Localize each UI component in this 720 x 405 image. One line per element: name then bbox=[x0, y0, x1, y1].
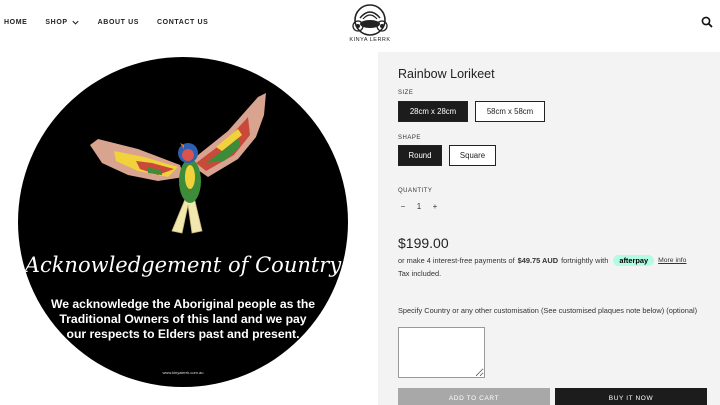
plaque-url: www.kinyalerrk.com.au bbox=[162, 370, 204, 375]
nav-shop[interactable]: SHOP bbox=[45, 18, 79, 27]
quantity-stepper: − 1 + bbox=[398, 202, 440, 211]
shape-label: SHAPE bbox=[398, 135, 421, 141]
quantity-decrease-button[interactable]: − bbox=[398, 202, 408, 211]
installment-suffix: fortnightly with bbox=[561, 256, 609, 265]
logo-text: KINYA LERRK bbox=[349, 37, 391, 43]
installment-amount: $49.75 AUD bbox=[517, 256, 559, 265]
customisation-label: Specify Country or any other customisati… bbox=[398, 306, 698, 315]
site-logo[interactable]: KINYA LERRK bbox=[345, 2, 395, 46]
plaque-title: Acknowledgement of Country bbox=[24, 253, 342, 277]
nav-shop-label: SHOP bbox=[45, 19, 68, 26]
shape-option-round[interactable]: Round bbox=[398, 145, 442, 166]
logo-emblem-icon bbox=[352, 4, 388, 36]
product-title: Rainbow Lorikeet bbox=[398, 67, 495, 81]
plaque-body: We acknowledge the Aboriginal people as … bbox=[50, 297, 316, 341]
customisation-textarea[interactable] bbox=[398, 327, 485, 378]
search-icon[interactable] bbox=[701, 16, 713, 28]
afterpay-badge: afterpay bbox=[613, 255, 655, 266]
nav-about[interactable]: ABOUT US bbox=[98, 18, 139, 27]
afterpay-more-info-link[interactable]: More info bbox=[658, 257, 686, 264]
product-info-panel: Rainbow Lorikeet SIZE 28cm x 28cm 58cm x… bbox=[378, 52, 720, 405]
main-nav: HOME SHOP ABOUT US CONTACT US bbox=[4, 18, 226, 27]
chevron-down-icon bbox=[72, 20, 79, 25]
product-image[interactable]: Acknowledgement of Country We acknowledg… bbox=[18, 57, 348, 387]
product-price: $199.00 bbox=[398, 235, 449, 251]
product-image-area: Acknowledgement of Country We acknowledg… bbox=[0, 52, 378, 405]
site-header: HOME SHOP ABOUT US CONTACT US KINYA LERR… bbox=[0, 0, 720, 52]
shape-option-square[interactable]: Square bbox=[449, 145, 496, 166]
quantity-label: QUANTITY bbox=[398, 188, 433, 194]
nav-contact-label: CONTACT US bbox=[157, 19, 209, 26]
nav-contact[interactable]: CONTACT US bbox=[157, 18, 208, 27]
buy-now-button[interactable]: BUY IT NOW bbox=[555, 388, 707, 405]
add-to-cart-button[interactable]: ADD TO CART bbox=[398, 388, 550, 405]
size-option-28[interactable]: 28cm x 28cm bbox=[398, 101, 468, 122]
size-label: SIZE bbox=[398, 90, 414, 96]
nav-about-label: ABOUT US bbox=[97, 19, 140, 26]
nav-home[interactable]: HOME bbox=[4, 18, 27, 27]
quantity-value[interactable]: 1 bbox=[408, 202, 430, 211]
nav-home-label: HOME bbox=[4, 19, 28, 26]
installment-prefix: or make 4 interest-free payments of bbox=[398, 256, 515, 265]
lorikeet-artwork bbox=[90, 93, 266, 234]
tax-note: Tax included. bbox=[398, 269, 442, 278]
afterpay-installments: or make 4 interest-free payments of $49.… bbox=[398, 255, 686, 266]
quantity-increase-button[interactable]: + bbox=[430, 202, 440, 211]
size-option-58[interactable]: 58cm x 58cm bbox=[475, 101, 545, 122]
